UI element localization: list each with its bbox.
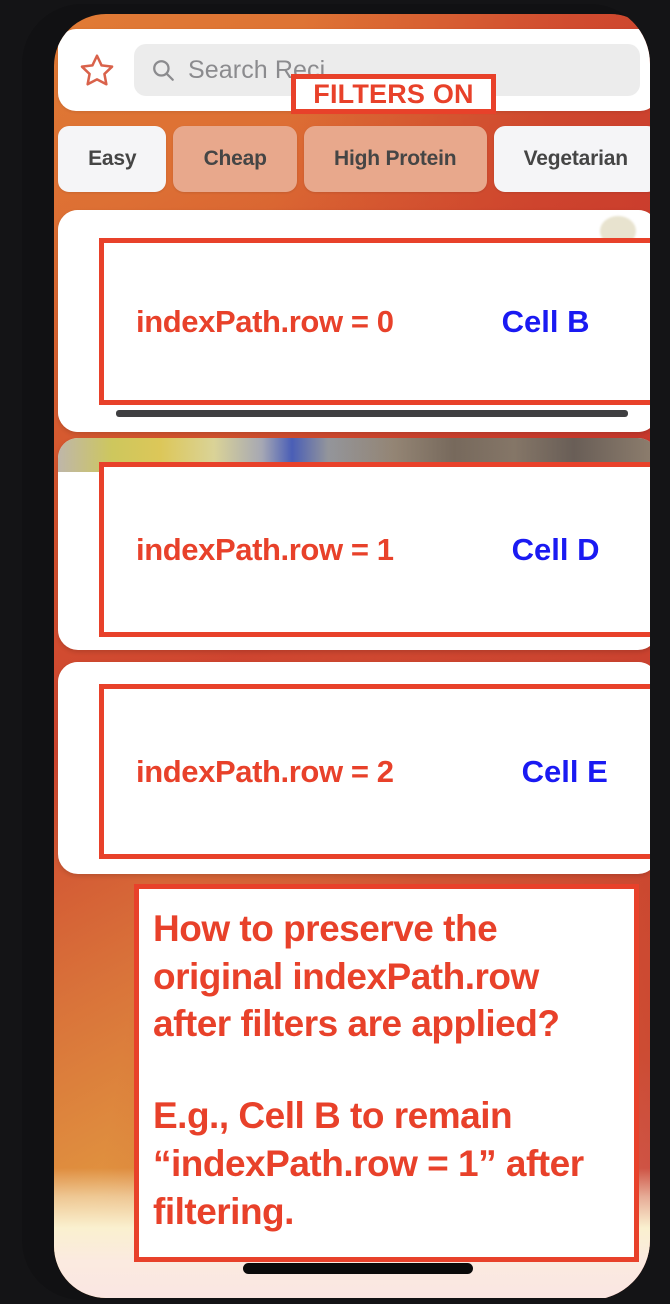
- question-paragraph-2: E.g., Cell B to remain “indexPath.row = …: [153, 1095, 584, 1232]
- home-indicator: [243, 1263, 473, 1274]
- filter-chip-high-protein[interactable]: High Protein: [303, 126, 487, 192]
- filter-chip-vegetarian[interactable]: Vegetarian: [493, 126, 650, 192]
- row-annotation-content: indexPath.row = 0 Cell B: [104, 243, 650, 400]
- row-annotation-1: indexPath.row = 1 Cell D: [99, 462, 650, 637]
- question-paragraph-1: How to preserve the original indexPath.r…: [153, 908, 560, 1045]
- row-annotation-0: indexPath.row = 0 Cell B: [99, 238, 650, 405]
- filter-chip-row: Easy Cheap High Protein Vegetarian: [58, 126, 650, 192]
- row-annotation-2: indexPath.row = 2 Cell E: [99, 684, 650, 859]
- cell-label: Cell E: [521, 753, 608, 789]
- question-annotation: How to preserve the original indexPath.r…: [134, 884, 639, 1262]
- filters-on-label: FILTERS ON: [313, 78, 474, 109]
- index-path-label: indexPath.row = 2: [136, 753, 394, 789]
- phone-screen: Search Reci Easy Cheap High Protein Vege…: [54, 14, 650, 1298]
- filters-on-annotation: FILTERS ON: [291, 74, 496, 114]
- row-annotation-content: indexPath.row = 1 Cell D: [104, 467, 650, 632]
- filter-chip-easy[interactable]: Easy: [58, 126, 167, 192]
- search-icon: [150, 57, 176, 83]
- row-annotation-content: indexPath.row = 2 Cell E: [104, 689, 650, 854]
- recipe-card-footer: [58, 408, 650, 432]
- filter-chip-cheap[interactable]: Cheap: [173, 126, 297, 192]
- index-path-label: indexPath.row = 0: [136, 303, 394, 339]
- star-outline-icon[interactable]: [78, 51, 116, 89]
- phone-frame: Search Reci Easy Cheap High Protein Vege…: [0, 0, 670, 1304]
- cell-label: Cell D: [511, 531, 600, 567]
- cell-label: Cell B: [501, 303, 590, 339]
- phone-bezel: Search Reci Easy Cheap High Protein Vege…: [22, 4, 650, 1300]
- index-path-label: indexPath.row = 1: [136, 531, 394, 567]
